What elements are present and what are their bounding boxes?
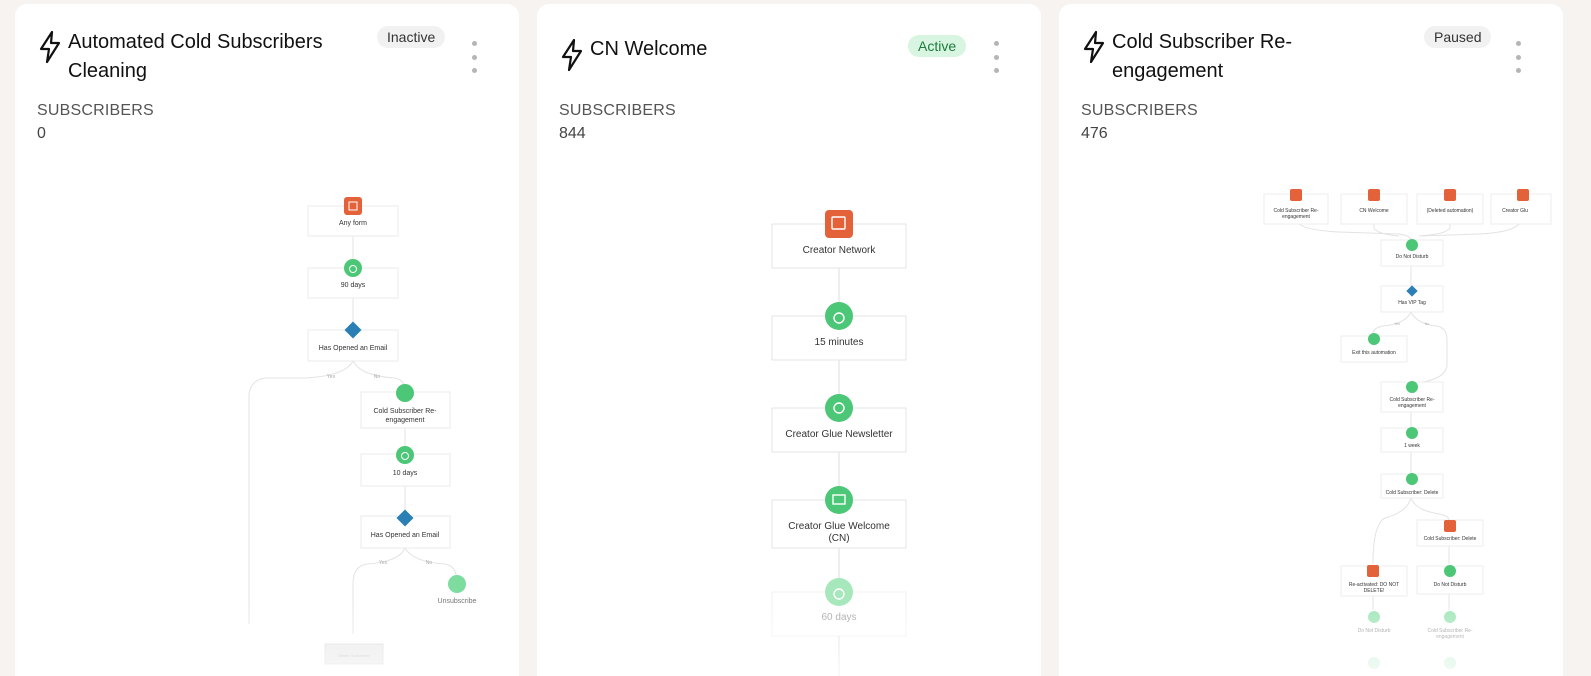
flow-node-condition: Has Opened an Email	[371, 532, 440, 539]
timer-icon	[825, 578, 853, 606]
flow-trigger: (Deleted automation)	[1427, 208, 1474, 214]
flow-node-email-line2: engagement	[1398, 403, 1426, 409]
automation-card-cold-cleaning[interactable]: Automated Cold Subscribers Cleaning Inac…	[15, 4, 519, 676]
flow-node-action: Unsubscribe	[438, 598, 477, 605]
flow-node-condition: Has Opened an Email	[319, 345, 388, 352]
flow-node-exit: Exit this automation	[1352, 350, 1396, 356]
form-icon	[1444, 520, 1456, 532]
flow-trigger-line2: engagement	[1282, 214, 1310, 220]
email-icon	[1406, 381, 1418, 393]
flow-branch-yes: Yes	[1394, 322, 1400, 326]
email-icon	[396, 384, 414, 402]
flow-node-action: Do Not Disturb	[1358, 628, 1391, 634]
flow-trigger: CN Welcome	[1359, 208, 1389, 214]
email-icon	[825, 394, 853, 422]
form-icon	[1290, 189, 1302, 201]
flow-trigger: Creator Glu	[1502, 208, 1528, 214]
flow-node-delay: 90 days	[341, 282, 366, 289]
flow-branch-yes: Yes	[327, 374, 336, 380]
flow-node-delay: 60 days	[821, 612, 856, 623]
email-icon	[825, 486, 853, 514]
flow-node-delay: 15 minutes	[815, 337, 864, 348]
flow-node-email: Creator Glue Welcome	[788, 521, 890, 532]
exit-icon	[1368, 333, 1380, 345]
automation-card-cn-welcome[interactable]: CN Welcome Active SUBSCRIBERS 844 Creato…	[537, 4, 1041, 676]
timer-icon	[344, 259, 362, 277]
automation-card-cold-reengagement[interactable]: Cold Subscriber Re- engagement Paused SU…	[1059, 4, 1563, 676]
form-icon	[1517, 189, 1529, 201]
flow-node-action-line2: engagement	[386, 417, 425, 424]
flow-node-action: Cold Subscriber Re-	[373, 408, 437, 415]
flow-node-condition: Has VIP Tag	[1398, 300, 1426, 306]
timer-icon	[1406, 427, 1418, 439]
form-icon	[1368, 189, 1380, 201]
flow-node-email-line2: (CN)	[828, 533, 849, 544]
automation-flow-preview[interactable]: Cold Subscriber Re- engagement CN Welcom…	[1059, 4, 1563, 676]
form-icon	[1367, 565, 1379, 577]
flow-node-action: Do Not Disturb	[1434, 582, 1467, 588]
form-icon	[344, 197, 362, 215]
email-icon	[1444, 565, 1456, 577]
flow-branch-no: No	[1425, 322, 1430, 326]
exit-icon	[448, 575, 466, 593]
email-icon	[1444, 611, 1456, 623]
timer-icon	[396, 446, 414, 464]
flow-node-trigger: Creator Network	[803, 245, 877, 256]
flow-branch-no: No	[374, 374, 381, 380]
email-icon	[1406, 473, 1418, 485]
flow-node-action: Cold Subscriber: Delete	[1424, 536, 1477, 542]
flow-node-delay: 10 days	[393, 470, 418, 477]
flow-end-button: Delete Subscriber	[338, 653, 370, 658]
flow-branch-yes: Yes	[379, 560, 388, 566]
flow-node-action: Cold Subscriber: Delete	[1386, 490, 1439, 496]
form-icon	[825, 210, 853, 238]
flow-node-delay: 1 week	[1404, 443, 1420, 449]
timer-icon	[825, 302, 853, 330]
flow-node-email: Creator Glue Newsletter	[785, 429, 893, 440]
flow-node-trigger: Any form	[339, 220, 367, 227]
flow-branch-no: No	[426, 560, 433, 566]
flow-node-action-line2: DELETE!	[1364, 588, 1385, 594]
flow-node-action: Do Not Disturb	[1396, 254, 1429, 260]
automation-flow-preview[interactable]: Creator Network 15 minutes Creator Glue …	[537, 4, 1041, 676]
email-icon	[1368, 611, 1380, 623]
email-icon	[1406, 239, 1418, 251]
flow-node-email-line2: engagement	[1436, 634, 1464, 640]
automation-flow-preview[interactable]: Any form 90 days Has Opened an Email Col…	[15, 4, 519, 676]
form-icon	[1444, 189, 1456, 201]
